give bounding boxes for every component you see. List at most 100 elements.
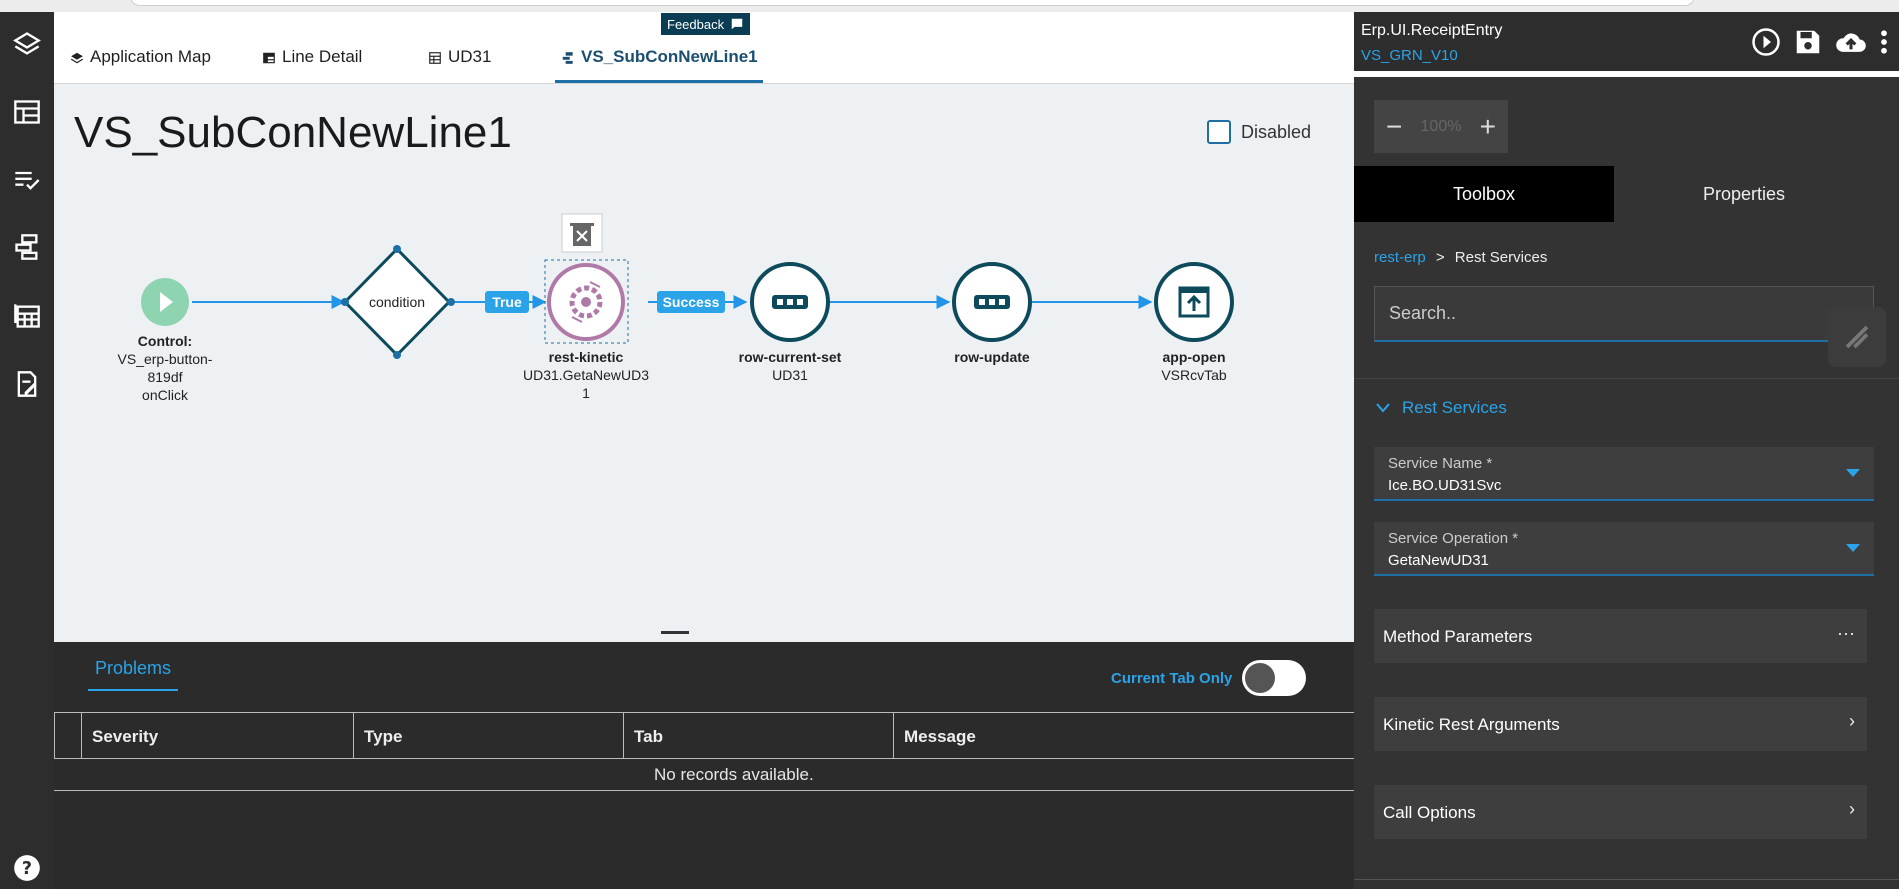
layout-icon[interactable]: [7, 92, 47, 132]
table-icon[interactable]: [7, 296, 47, 336]
chevron-right-icon: ›: [1849, 711, 1855, 731]
service-name-value: Ice.BO.UD31Svc: [1388, 477, 1502, 494]
call-options-accordion[interactable]: Call Options ›: [1374, 785, 1867, 839]
kinetic-rest-arguments-accordion[interactable]: Kinetic Rest Arguments ›: [1374, 697, 1867, 751]
right-panel-header: Erp.UI.ReceiptEntry VS_GRN_V10: [1354, 12, 1899, 77]
trigger-node[interactable]: [141, 278, 189, 326]
column-type[interactable]: Type: [353, 713, 623, 758]
toggle-knob: [1245, 663, 1276, 693]
appopen-title: app-open: [1162, 349, 1226, 365]
column-severity[interactable]: Severity: [81, 713, 353, 758]
accordion-label: Call Options: [1383, 803, 1476, 822]
success-label: Success: [663, 294, 720, 310]
rowset-node-label: row-current-set UD31: [720, 348, 860, 384]
svg-text:?: ?: [22, 859, 32, 879]
true-edge-badge: True: [485, 291, 529, 313]
save-icon[interactable]: [1793, 27, 1823, 57]
rest-title: rest-kinetic: [548, 349, 624, 365]
layers-icon[interactable]: [7, 24, 47, 64]
breadcrumb-root[interactable]: rest-erp: [1374, 249, 1426, 266]
rowupdate-node-label: row-update: [922, 348, 1062, 366]
rest-kinetic-node[interactable]: [544, 259, 629, 344]
edit-document-icon[interactable]: [7, 364, 47, 404]
appopen-line: VSRcvTab: [1161, 367, 1227, 383]
trigger-node-label: Control: VS_erp-button- 819df onClick: [95, 332, 235, 404]
service-name-label: Service Name *: [1388, 455, 1493, 472]
grid-select-column[interactable]: [54, 713, 81, 758]
zoom-value: 100%: [1420, 117, 1462, 135]
version-link[interactable]: VS_GRN_V10: [1361, 47, 1458, 64]
service-operation-select[interactable]: Service Operation * GetaNewUD31: [1374, 522, 1874, 576]
chevron-right-icon: ›: [1849, 799, 1855, 819]
browser-strip: [0, 0, 1899, 12]
rest-line: 1: [582, 385, 590, 401]
true-label: True: [492, 294, 522, 310]
app-name: Erp.UI.ReceiptEntry: [1361, 22, 1503, 39]
condition-node-label: condition: [369, 294, 425, 310]
panel-bottom-divider: [1354, 879, 1899, 880]
delete-node-button[interactable]: [561, 213, 603, 253]
section-divider: [1354, 378, 1899, 397]
app-open-node[interactable]: [1154, 262, 1234, 342]
row-current-set-node[interactable]: [750, 262, 830, 342]
tab-problems[interactable]: Problems: [88, 658, 178, 691]
breadcrumb-current: Rest Services: [1454, 249, 1548, 266]
rowset-line: UD31: [772, 367, 808, 383]
current-tab-only-option: Current Tab Only: [1111, 660, 1307, 696]
rest-services-section-toggle[interactable]: Rest Services: [1376, 398, 1507, 418]
zoom-control: − 100% +: [1374, 100, 1508, 153]
condition-node[interactable]: condition: [341, 245, 455, 359]
section-title: Rest Services: [1402, 398, 1507, 417]
service-name-select[interactable]: Service Name * Ice.BO.UD31Svc: [1374, 447, 1874, 501]
trigger-title: Control:: [137, 333, 193, 349]
right-panel: Erp.UI.ReceiptEntry VS_GRN_V10 − 100% + …: [1354, 12, 1899, 889]
panel-resize-handle[interactable]: [661, 631, 689, 634]
grid-empty-message: No records available.: [54, 759, 1354, 791]
more-horizontal-icon[interactable]: ···: [1837, 623, 1855, 644]
service-operation-value: GetaNewUD31: [1388, 552, 1489, 569]
column-message[interactable]: Message: [893, 713, 1354, 758]
dropdown-caret-icon: [1846, 544, 1860, 552]
grid-header: Severity Type Tab Message: [54, 713, 1354, 759]
chevron-down-icon: [1376, 403, 1390, 413]
collapse-panel-icon[interactable]: [1828, 307, 1886, 367]
problems-panel: Problems Current Tab Only Severity Type …: [54, 642, 1354, 889]
tab-properties[interactable]: Properties: [1614, 166, 1874, 222]
left-rail: ?: [0, 12, 54, 889]
method-parameters-accordion[interactable]: Method Parameters ···: [1374, 609, 1867, 663]
service-operation-label: Service Operation *: [1388, 530, 1519, 547]
problems-grid: Severity Type Tab Message No records ava…: [54, 712, 1354, 791]
header-actions: [1751, 27, 1889, 57]
accordion-label: Method Parameters: [1383, 627, 1533, 646]
rest-node-label: rest-kinetic UD31.GetaNewUD3 1: [516, 348, 656, 402]
trigger-line: onClick: [142, 387, 188, 403]
rowupdate-title: row-update: [954, 349, 1030, 365]
cloud-upload-icon[interactable]: [1835, 27, 1867, 57]
breadcrumb: rest-erp > Rest Services: [1374, 249, 1547, 266]
current-tab-only-label: Current Tab Only: [1111, 669, 1233, 687]
trigger-line: VS_erp-button-: [117, 351, 213, 367]
checklist-icon[interactable]: [7, 160, 47, 200]
dropdown-caret-icon: [1846, 469, 1860, 477]
breadcrumb-separator: >: [1435, 249, 1445, 266]
current-tab-only-toggle[interactable]: [1242, 660, 1307, 696]
workflow-icon[interactable]: [7, 227, 47, 267]
more-vertical-icon[interactable]: [1879, 27, 1889, 57]
appopen-node-label: app-open VSRcvTab: [1124, 348, 1264, 384]
rest-line: UD31.GetaNewUD3: [522, 367, 650, 383]
help-icon[interactable]: ?: [7, 848, 47, 888]
workflow-canvas: condition True Success: [141, 213, 1234, 359]
zoom-out-button[interactable]: −: [1386, 111, 1402, 143]
column-tab[interactable]: Tab: [623, 713, 893, 758]
browser-address-bar[interactable]: [130, 0, 1695, 6]
success-edge-badge: Success: [657, 291, 725, 313]
row-update-node[interactable]: [952, 262, 1032, 342]
tab-toolbox[interactable]: Toolbox: [1354, 166, 1614, 222]
play-icon[interactable]: [1751, 27, 1781, 57]
toolbox-search-input[interactable]: [1374, 286, 1874, 342]
trigger-line: 819df: [147, 369, 183, 385]
designer-area: Feedback Application Map Line Detail UD3…: [54, 12, 1354, 642]
rowset-title: row-current-set: [738, 349, 842, 365]
panel-segment-tabs: Toolbox Properties: [1354, 166, 1899, 222]
zoom-in-button[interactable]: +: [1480, 111, 1496, 143]
